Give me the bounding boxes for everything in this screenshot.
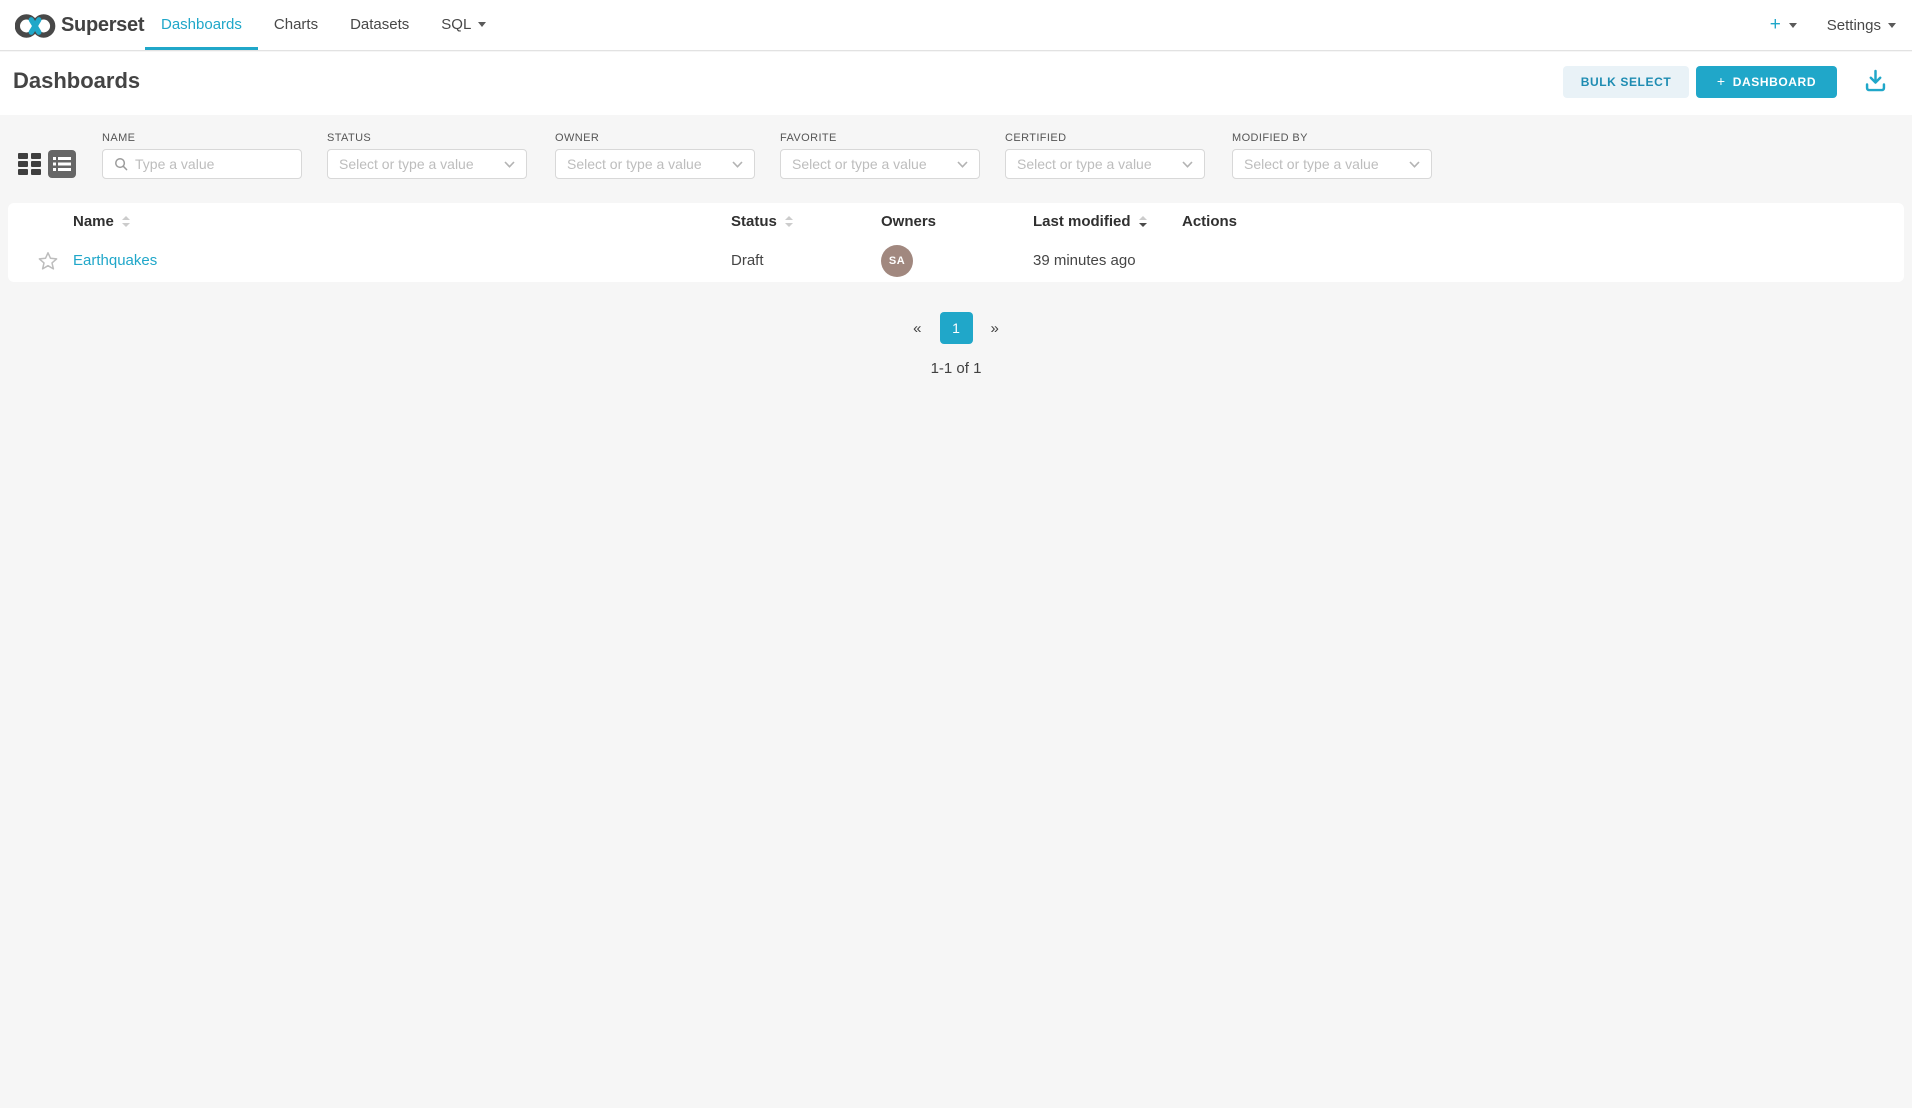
card-view-button[interactable]	[17, 152, 41, 176]
owner-filter-select[interactable]: Select or type a value	[555, 149, 755, 179]
chevron-down-icon	[957, 161, 968, 168]
add-dashboard-button[interactable]: + DASHBOARD	[1696, 66, 1837, 98]
favorite-filter-select[interactable]: Select or type a value	[780, 149, 980, 179]
superset-logo-icon	[15, 12, 57, 45]
add-menu-button[interactable]: +	[1770, 14, 1797, 36]
filter-name: NAME	[102, 132, 302, 179]
last-modified-cell: 39 minutes ago	[1033, 240, 1136, 282]
sort-carets-icon	[122, 216, 130, 227]
column-header-actions: Actions	[1182, 203, 1237, 240]
filter-status: STATUS Select or type a value	[327, 132, 527, 179]
filter-label: NAME	[102, 132, 302, 144]
modified-by-filter-select[interactable]: Select or type a value	[1232, 149, 1432, 179]
nav-tab-datasets[interactable]: Datasets	[334, 0, 425, 50]
sort-carets-icon	[785, 216, 793, 227]
plus-icon: +	[1717, 73, 1726, 89]
download-icon	[1862, 67, 1889, 94]
caret-down-icon	[1888, 23, 1896, 28]
navbar-right: + Settings	[1770, 0, 1896, 50]
column-header-owners: Owners	[881, 203, 936, 240]
next-page-button[interactable]: »	[991, 320, 999, 337]
bulk-select-button[interactable]: BULK SELECT	[1563, 66, 1689, 98]
filter-label: FAVORITE	[780, 132, 980, 144]
search-icon	[114, 157, 128, 171]
table-row: Earthquakes Draft SA 39 minutes ago	[8, 240, 1904, 282]
filter-label: OWNER	[555, 132, 755, 144]
name-filter-box[interactable]	[102, 149, 302, 179]
settings-menu-button[interactable]: Settings	[1827, 17, 1896, 34]
brand-name: Superset	[61, 0, 144, 50]
page-1-button[interactable]: 1	[940, 312, 973, 344]
column-header-last-modified[interactable]: Last modified	[1033, 203, 1147, 240]
nav-tab-charts[interactable]: Charts	[258, 0, 334, 50]
caret-down-icon	[478, 22, 486, 27]
favorite-star-button[interactable]	[38, 251, 58, 276]
caret-down-icon	[1789, 23, 1797, 28]
dashboard-link[interactable]: Earthquakes	[73, 252, 157, 269]
filter-certified: CERTIFIED Select or type a value	[1005, 132, 1205, 179]
top-navbar: Superset Dashboards Charts Datasets SQL …	[0, 0, 1912, 51]
owner-avatar: SA	[881, 245, 913, 277]
import-dashboard-button[interactable]	[1859, 66, 1891, 98]
pagination-summary: 1-1 of 1	[0, 360, 1912, 377]
list-icon	[53, 156, 71, 172]
list-view-button[interactable]	[48, 150, 76, 178]
pagination: « 1 »	[0, 311, 1912, 345]
dashboards-table: Name Status Owners Last modified Actions…	[8, 203, 1904, 282]
chevron-down-icon	[732, 161, 743, 168]
filter-favorite: FAVORITE Select or type a value	[780, 132, 980, 179]
chevron-down-icon	[1409, 161, 1420, 168]
status-filter-select[interactable]: Select or type a value	[327, 149, 527, 179]
grid-icon	[18, 153, 28, 159]
star-outline-icon	[38, 251, 58, 271]
certified-filter-select[interactable]: Select or type a value	[1005, 149, 1205, 179]
page-title: Dashboards	[13, 68, 140, 94]
filter-label: STATUS	[327, 132, 527, 144]
filter-owner: OWNER Select or type a value	[555, 132, 755, 179]
column-header-name[interactable]: Name	[73, 203, 130, 240]
filter-label: CERTIFIED	[1005, 132, 1205, 144]
main-nav: Dashboards Charts Datasets SQL	[145, 0, 502, 50]
prev-page-button[interactable]: «	[913, 320, 921, 337]
sort-carets-icon	[1139, 216, 1147, 227]
nav-tab-dashboards[interactable]: Dashboards	[145, 0, 258, 50]
filter-modified-by: MODIFIED BY Select or type a value	[1232, 132, 1432, 179]
table-header-row: Name Status Owners Last modified Actions	[8, 203, 1904, 240]
nav-tab-sql[interactable]: SQL	[425, 0, 502, 50]
chevron-down-icon	[1182, 161, 1193, 168]
filter-label: MODIFIED BY	[1232, 132, 1432, 144]
name-filter-input[interactable]	[135, 156, 290, 172]
status-cell: Draft	[731, 240, 764, 282]
column-header-status[interactable]: Status	[731, 203, 793, 240]
chevron-down-icon	[504, 161, 515, 168]
